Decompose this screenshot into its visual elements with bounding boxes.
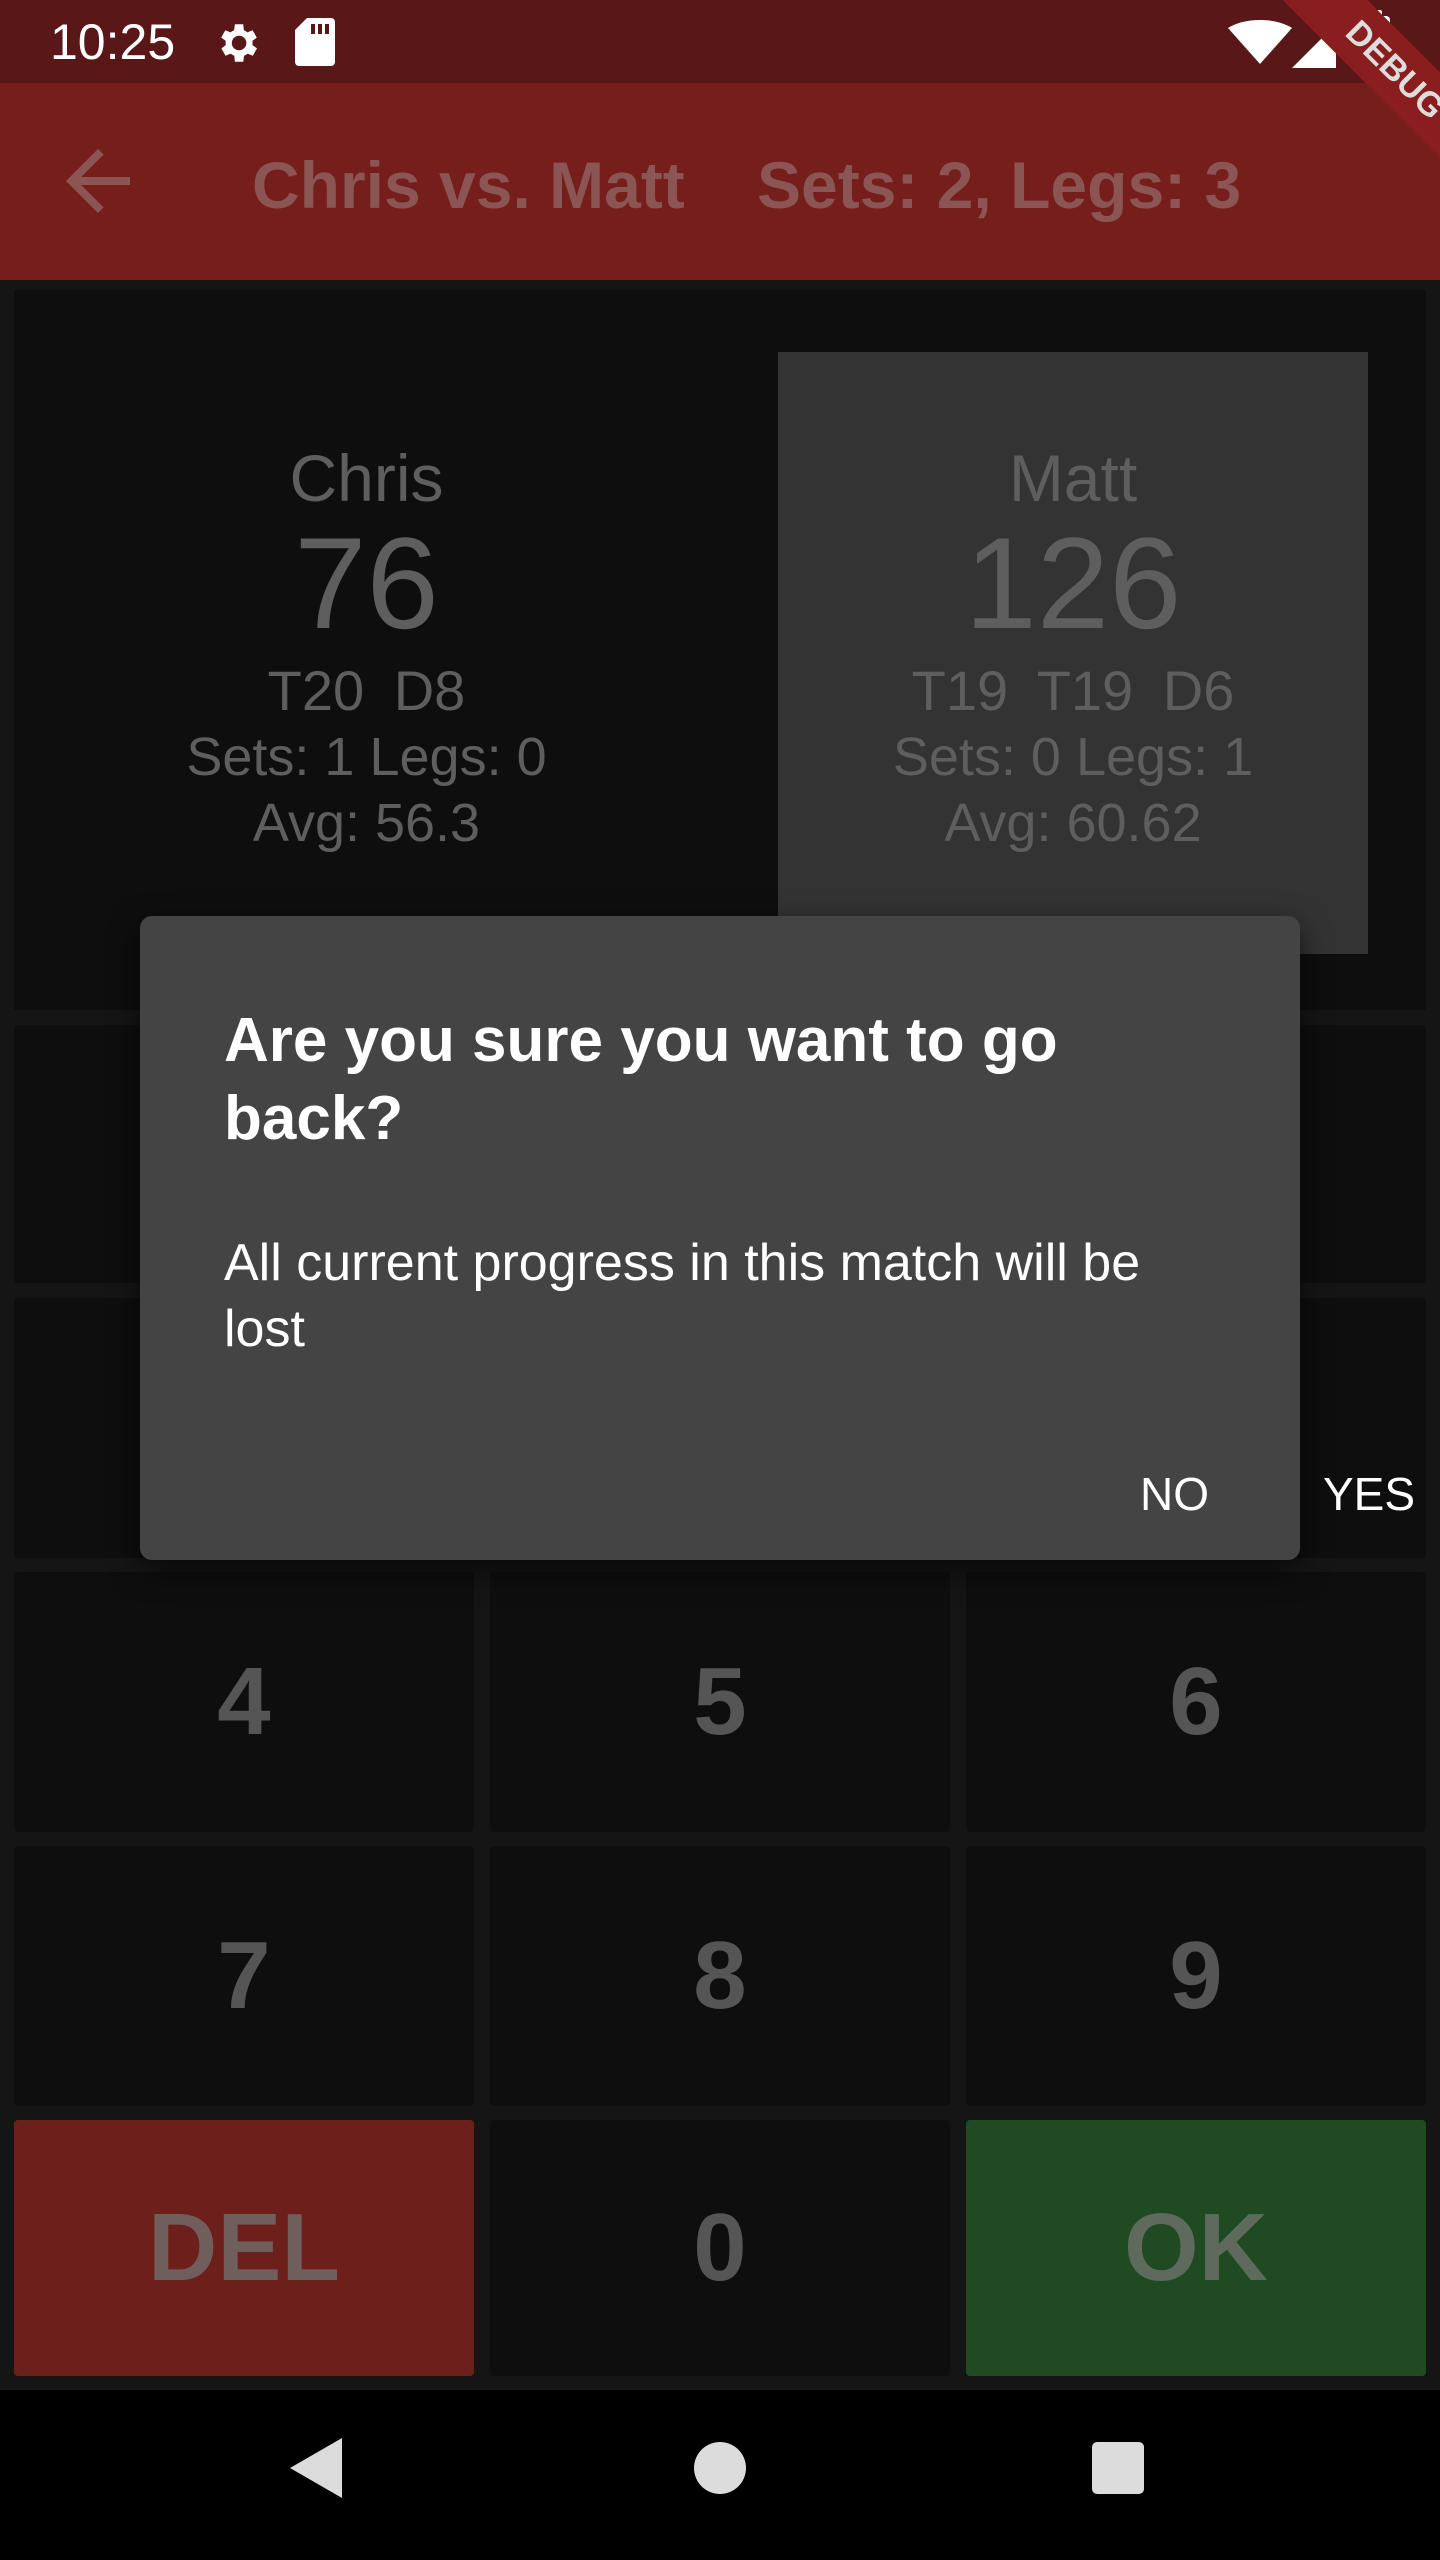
back-triangle-icon[interactable] [290,2438,342,2498]
no-button[interactable]: NO [1140,1466,1209,1522]
recents-square-icon[interactable] [1092,2442,1144,2494]
confirm-dialog: Are you sure you want to go back? All cu… [140,916,1415,1560]
home-circle-icon[interactable] [694,2442,746,2494]
dialog-title: Are you sure you want to go back? [224,1006,1058,1153]
dialog-message: All current progress in this match will … [224,1234,1141,1358]
yes-button[interactable]: YES [1323,1466,1415,1522]
system-nav-bar [0,2390,1440,2560]
